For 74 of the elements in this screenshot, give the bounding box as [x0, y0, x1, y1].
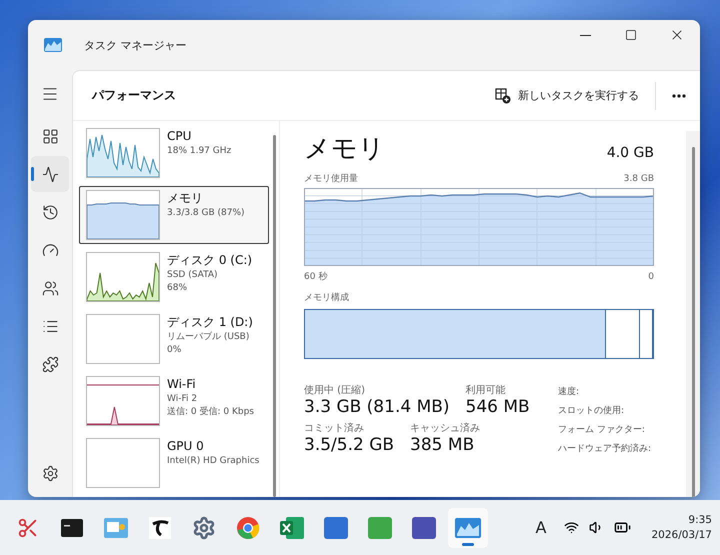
performance-monitor-icon [455, 518, 481, 538]
maximize-icon [625, 29, 637, 41]
app-icon [324, 516, 348, 538]
history-icon [42, 204, 58, 220]
clock-time[interactable]: 9:35 [688, 512, 712, 528]
device-info: 18% 1.97 GHz [167, 145, 232, 158]
chart-label: メモリ使用量 [304, 172, 358, 185]
stat-label: コミット済み [304, 422, 365, 435]
pulse-icon [42, 166, 58, 182]
device-list-item[interactable]: CPU 18% 1.97 GHz [79, 124, 269, 182]
device-info: 送信: 0 受信: 0 Kbps [167, 406, 255, 419]
settings-icon [42, 464, 58, 482]
stat-label: 利用可能 [466, 384, 507, 397]
device-info: Wi-Fi 2 [167, 393, 198, 406]
grid-icon [42, 128, 58, 144]
device-list-item[interactable]: GPU 0 Intel(R) HD Graphics [79, 434, 269, 492]
wifi-icon[interactable] [564, 520, 580, 535]
menu-icon [41, 85, 59, 103]
stat-value: 546 MB [466, 397, 530, 417]
device-list-item[interactable]: ディスク 1 (D:) リムーバブル (USB) 0% [79, 310, 269, 368]
scrollbar[interactable] [273, 135, 276, 497]
device-name: ディスク 1 (D:) [167, 314, 254, 331]
device-name: ディスク 0 (C:) [167, 252, 254, 269]
property-label: フォーム ファクター: [558, 424, 646, 436]
device-name: CPU [167, 128, 192, 145]
scrollbar[interactable] [686, 131, 700, 497]
axis-label: 0 [648, 272, 654, 282]
performance-nav-button[interactable] [31, 156, 69, 192]
detail-title: メモリ [304, 133, 385, 166]
device-info: 68% [167, 282, 188, 295]
composition-label: メモリ構成 [304, 292, 350, 304]
app-icon [412, 516, 436, 538]
stat-label: 使用中 (圧縮) [304, 384, 366, 397]
app-icon [44, 38, 62, 52]
stat-value: 3.3 GB (81.4 MB) [304, 397, 450, 417]
total-memory: 4.0 GB [606, 145, 654, 161]
device-info: 0% [167, 344, 182, 357]
device-name: GPU 0 [167, 438, 205, 455]
stat-value: 3.5/5.2 GB [304, 435, 394, 455]
scissors-icon [17, 516, 39, 538]
app-icon [368, 516, 392, 538]
axis-label: 60 秒 [304, 270, 328, 283]
window-title: タスク マネージャー [84, 38, 186, 52]
device-info: Intel(R) HD Graphics [167, 455, 260, 468]
clock-date[interactable]: 2026/03/17 [651, 528, 712, 542]
gauge-icon [42, 242, 58, 258]
minimize-icon [580, 34, 590, 36]
device-list-item[interactable]: メモリ 3.3/3.8 GB (87%) [79, 186, 269, 244]
new-task-icon [495, 88, 511, 104]
page-title: パフォーマンス [92, 87, 177, 104]
device-name: メモリ [167, 190, 204, 207]
puzzle-icon [42, 356, 58, 372]
terminal-icon [61, 518, 83, 536]
device-name: Wi-Fi [167, 376, 197, 393]
stat-value: 385 MB [410, 435, 476, 455]
device-info: SSD (SATA) [167, 269, 219, 282]
more-icon [672, 94, 686, 98]
users-icon [42, 280, 58, 296]
property-label: 速度: [558, 386, 580, 398]
property-label: ハードウェア予約済み: [558, 442, 652, 455]
property-label: スロットの使用: [558, 404, 626, 417]
device-info: 3.3/3.8 GB (87%) [167, 207, 246, 220]
device-list-item[interactable]: ディスク 0 (C:) SSD (SATA) 68% [79, 248, 269, 306]
run-new-task-button[interactable]: 新しいタスクを実行する [489, 84, 645, 108]
app-icon [149, 516, 171, 538]
stat-label: キャッシュ済み [410, 422, 480, 435]
input-method-indicator[interactable]: A [536, 518, 546, 537]
spreadsheet-icon [280, 516, 304, 538]
gear-icon [192, 516, 216, 540]
chart-max-label: 3.8 GB [624, 174, 654, 184]
control-panel-icon [104, 518, 128, 538]
browser-icon [236, 516, 260, 540]
device-list-item[interactable]: Wi-Fi Wi-Fi 2 送信: 0 受信: 0 Kbps [79, 372, 269, 430]
device-info: リムーバブル (USB) [167, 331, 250, 344]
